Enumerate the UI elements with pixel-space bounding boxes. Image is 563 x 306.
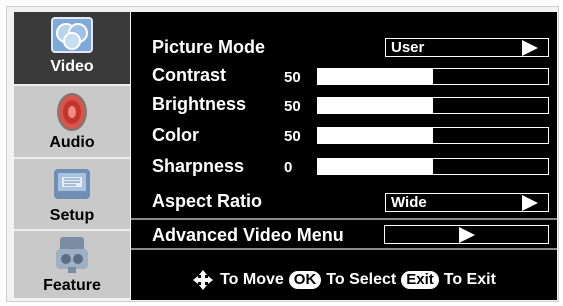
sidebar-item-audio[interactable]: Audio	[14, 86, 130, 159]
picture-mode-label: Picture Mode	[152, 36, 266, 57]
sharpness-slider[interactable]	[317, 158, 549, 175]
brightness-slider[interactable]	[317, 97, 549, 114]
contrast-row[interactable]: Contrast	[152, 62, 226, 88]
color-value: 50	[284, 128, 301, 145]
aspect-ratio-label: Aspect Ratio	[152, 190, 263, 211]
brightness-row[interactable]: Brightness	[152, 91, 246, 117]
contrast-label: Contrast	[152, 64, 227, 85]
sidebar: Video Audio Setup Feature	[14, 12, 130, 298]
setup-icon	[54, 169, 90, 199]
sidebar-item-label: Audio	[49, 134, 95, 151]
sidebar-item-video[interactable]: Video	[14, 12, 130, 86]
slider-fill	[318, 98, 433, 113]
video-settings-panel: Picture Mode User Contrast 50 Brightness…	[131, 12, 557, 300]
sidebar-item-feature[interactable]: Feature	[14, 231, 130, 298]
divider	[131, 248, 557, 250]
color-slider[interactable]	[317, 127, 549, 144]
brightness-label: Brightness	[152, 93, 247, 114]
sidebar-item-label: Feature	[43, 277, 101, 294]
brightness-value: 50	[284, 98, 301, 115]
exit-key-icon: Exit	[401, 271, 439, 289]
color-label: Color	[152, 124, 199, 145]
four-way-arrow-icon	[193, 270, 214, 290]
video-icon	[51, 17, 93, 53]
sharpness-row[interactable]: Sharpness	[152, 153, 244, 179]
sidebar-item-label: Video	[50, 58, 94, 75]
feature-icon	[56, 237, 88, 273]
sharpness-label: Sharpness	[152, 155, 245, 176]
exit-hint: To Exit	[443, 271, 496, 288]
right-arrow-icon	[522, 194, 538, 211]
advanced-video-menu-button[interactable]	[384, 225, 549, 244]
move-hint: To Move	[220, 271, 284, 288]
divider	[131, 218, 557, 220]
picture-mode-select[interactable]: User	[385, 38, 549, 57]
aspect-ratio-value: Wide	[391, 194, 427, 211]
sharpness-value: 0	[284, 159, 293, 176]
slider-fill	[318, 69, 433, 84]
speaker-icon	[57, 93, 87, 131]
select-hint: To Select	[326, 271, 397, 288]
ok-key-icon: OK	[288, 271, 322, 289]
navigation-hint: To Move OK To Select Exit To Exit	[131, 267, 557, 293]
aspect-ratio-row[interactable]: Aspect Ratio	[152, 188, 262, 214]
right-arrow-icon	[522, 39, 538, 56]
sidebar-item-label: Setup	[49, 207, 95, 224]
sidebar-item-setup[interactable]: Setup	[14, 159, 130, 231]
advanced-video-menu-label: Advanced Video Menu	[152, 224, 344, 245]
contrast-slider[interactable]	[317, 68, 549, 85]
picture-mode-value: User	[391, 39, 425, 56]
aspect-ratio-select[interactable]: Wide	[385, 193, 549, 212]
contrast-value: 50	[284, 69, 301, 86]
slider-fill	[318, 128, 433, 143]
advanced-video-menu-row[interactable]: Advanced Video Menu	[152, 222, 344, 248]
color-row[interactable]: Color	[152, 122, 199, 148]
slider-fill	[318, 159, 433, 174]
right-arrow-icon	[459, 227, 475, 243]
